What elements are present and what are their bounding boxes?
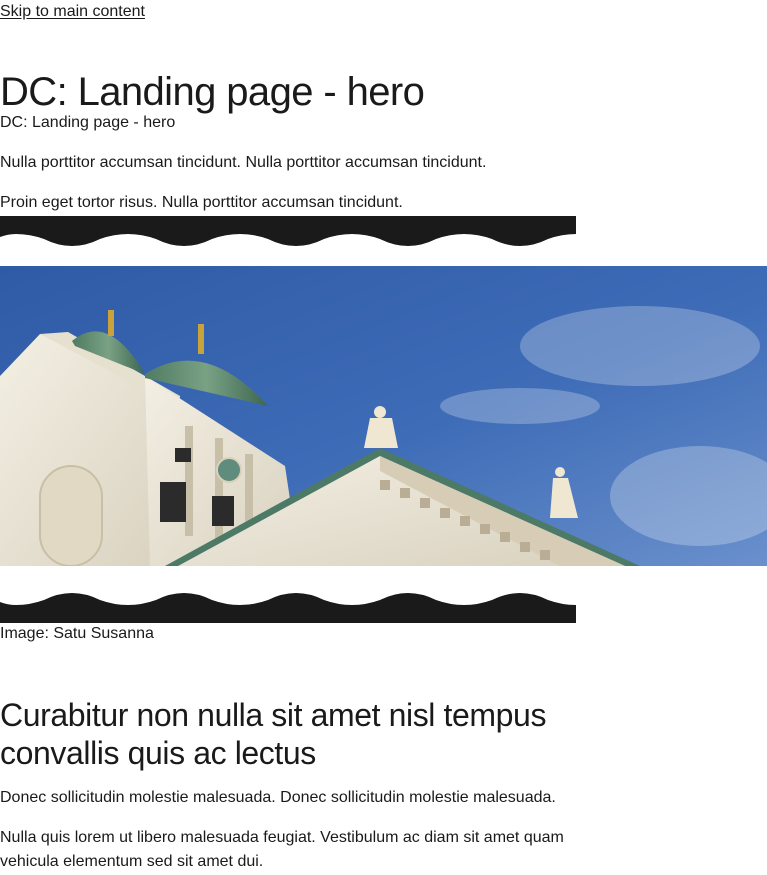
image-caption: Image: Satu Susanna xyxy=(0,625,154,642)
hero-subtitle: DC: Landing page - hero xyxy=(0,114,176,131)
koros-wave-divider xyxy=(0,593,576,623)
hero-paragraph: Proin eget tortor risus. Nulla porttitor… xyxy=(0,194,403,211)
main-dome-cross xyxy=(198,324,204,354)
section-paragraph: Nulla quis lorem ut libero malesuada feu… xyxy=(0,829,564,870)
skip-to-main-content-link[interactable]: Skip to main content xyxy=(0,2,145,22)
left-window xyxy=(39,465,103,566)
koros-wave-divider xyxy=(0,216,576,246)
koros-wave-shape xyxy=(0,593,576,623)
small-dome-cross xyxy=(108,310,114,336)
koros-wave-shape xyxy=(0,216,576,246)
section-heading: Curabitur non nulla sit amet nisl tempus… xyxy=(0,697,547,771)
hero-image xyxy=(0,266,767,566)
page: Skip to main content DC: Landing page - … xyxy=(0,0,767,875)
hero-paragraph: Nulla porttitor accumsan tincidunt. Null… xyxy=(0,154,487,171)
section-paragraph: Donec sollicitudin molestie malesuada. D… xyxy=(0,789,556,806)
clock-face xyxy=(216,457,242,483)
